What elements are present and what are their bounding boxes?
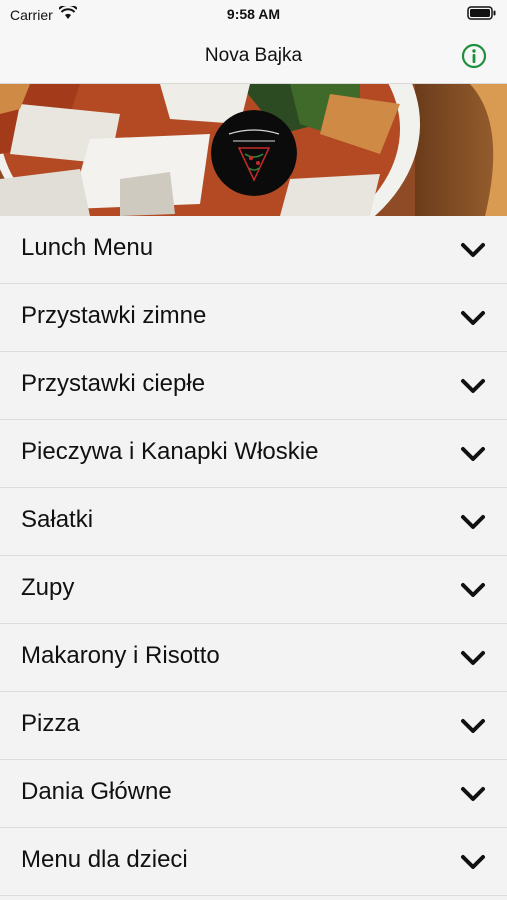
chevron-down-icon bbox=[461, 515, 485, 529]
menu-item-pizza[interactable]: Pizza bbox=[0, 692, 507, 760]
menu-list: Lunch Menu Przystawki zimne Przystawki c… bbox=[0, 216, 507, 900]
menu-item-label: Pieczywa i Kanapki Włoskie bbox=[21, 438, 319, 465]
restaurant-logo bbox=[211, 110, 297, 196]
menu-item-label: Pizza bbox=[21, 710, 80, 737]
info-circle-icon bbox=[461, 43, 487, 69]
chevron-down-icon bbox=[461, 311, 485, 325]
menu-item-dania-glowne[interactable]: Dania Główne bbox=[0, 760, 507, 828]
chevron-down-icon bbox=[461, 447, 485, 461]
chevron-down-icon bbox=[461, 651, 485, 665]
menu-item-przystawki-cieple[interactable]: Przystawki ciepłe bbox=[0, 352, 507, 420]
chevron-down-icon bbox=[461, 583, 485, 597]
status-time: 9:58 AM bbox=[226, 6, 281, 22]
menu-item-pieczywa-kanapki[interactable]: Pieczywa i Kanapki Włoskie bbox=[0, 420, 507, 488]
menu-item-label: Dania Główne bbox=[21, 778, 172, 805]
menu-item-label: Lunch Menu bbox=[21, 234, 154, 261]
menu-item-salatki[interactable]: Sałatki bbox=[0, 488, 507, 556]
chevron-down-icon bbox=[461, 719, 485, 733]
navigation-bar: Nova Bajka bbox=[0, 28, 507, 84]
menu-item-label: Menu dla dzieci bbox=[21, 846, 188, 873]
menu-item-makarony-risotto[interactable]: Makarony i Risotto bbox=[0, 624, 507, 692]
menu-item-label: Sałatki bbox=[21, 506, 94, 533]
menu-item-przystawki-zimne[interactable]: Przystawki zimne bbox=[0, 284, 507, 352]
menu-item-label: Przystawki zimne bbox=[21, 302, 207, 329]
chevron-down-icon bbox=[461, 379, 485, 393]
chevron-down-icon bbox=[461, 787, 485, 801]
info-button[interactable] bbox=[461, 43, 487, 69]
page-title: Nova Bajka bbox=[204, 45, 303, 66]
menu-item-label: Przystawki ciepłe bbox=[21, 370, 206, 397]
menu-item-menu-dla-dzieci[interactable]: Menu dla dzieci bbox=[0, 828, 507, 896]
chevron-down-icon bbox=[461, 243, 485, 257]
menu-item-lunch-menu[interactable]: Lunch Menu bbox=[0, 216, 507, 284]
chevron-down-icon bbox=[461, 855, 485, 869]
menu-item-label: Zupy bbox=[21, 574, 75, 601]
menu-item-zupy[interactable]: Zupy bbox=[0, 556, 507, 624]
menu-item-label: Makarony i Risotto bbox=[21, 642, 220, 669]
status-bar: Carrier 9:58 AM bbox=[0, 0, 507, 28]
battery-icon bbox=[467, 6, 497, 23]
